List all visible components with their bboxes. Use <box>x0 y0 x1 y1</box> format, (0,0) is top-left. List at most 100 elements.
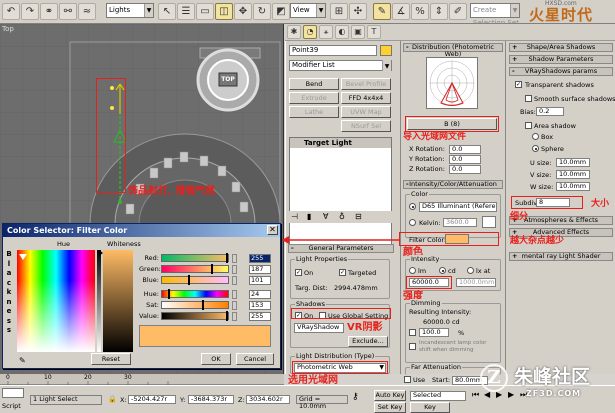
show-end-result-icon[interactable]: ▮ <box>307 212 311 221</box>
red-field[interactable]: 255 <box>249 254 271 263</box>
object-color-swatch[interactable] <box>380 45 392 56</box>
u-size-field[interactable]: 10.0mm <box>556 158 590 167</box>
link-icon[interactable]: ⚭ <box>40 3 58 20</box>
box-radio[interactable] <box>532 133 539 140</box>
key-filters-button[interactable]: Key Filters... <box>410 402 450 413</box>
lock-selection-icon[interactable]: 🔒 <box>108 395 117 403</box>
transparent-checkbox[interactable]: ✓ <box>515 81 522 88</box>
make-unique-icon[interactable]: ∀ <box>323 212 328 221</box>
shape-area-rollout[interactable]: + Shape/Area Shadows <box>509 43 613 52</box>
modify-tab-icon[interactable]: ◔ <box>303 25 317 39</box>
mental-ray-rollout[interactable]: + mental ray Light Shader <box>509 252 613 261</box>
red-spinner[interactable] <box>232 254 237 263</box>
blue-field[interactable]: 101 <box>249 276 271 285</box>
blue-spinner[interactable] <box>232 276 237 285</box>
bend-button[interactable]: Bend <box>289 78 339 90</box>
kelvin-radio[interactable] <box>409 219 416 226</box>
hue-spinner[interactable] <box>232 290 237 299</box>
z-coord-field[interactable]: 3034.602r <box>246 395 290 404</box>
redo-icon[interactable]: ↷ <box>21 3 39 20</box>
light-on-checkbox[interactable]: ✓ <box>295 269 302 276</box>
extrude-button[interactable]: Extrude <box>289 92 339 104</box>
unlink-icon[interactable]: ⚯ <box>59 3 77 20</box>
x-rotation-field[interactable]: 0.0 <box>449 145 481 154</box>
shadow-params-rollout[interactable]: + Shadow Parameters <box>509 55 613 64</box>
motion-tab-icon[interactable]: ◐ <box>335 25 349 39</box>
sat-spinner[interactable] <box>232 301 237 310</box>
lathe-button[interactable]: Lathe <box>289 106 339 118</box>
whiteness-bar[interactable] <box>97 250 101 352</box>
hue-field[interactable]: 24 <box>249 290 271 299</box>
timeline[interactable]: 0 10 20 30 <box>0 374 284 385</box>
edit-named-sel-icon[interactable]: ✐ <box>449 3 467 20</box>
undo-icon[interactable]: ↶ <box>2 3 20 20</box>
shadow-type-dropdown[interactable]: VRayShadow <box>294 323 344 333</box>
y-rotation-field[interactable]: 0.0 <box>449 155 481 164</box>
value-marker-icon[interactable] <box>99 250 103 256</box>
value-slider[interactable] <box>161 311 229 321</box>
reference-coord-dropdown[interactable]: View ▼ <box>290 3 326 18</box>
v-size-field[interactable]: 10.0mm <box>556 170 590 179</box>
auto-key-button[interactable]: Auto Key <box>374 390 406 401</box>
vray-shadow-rollout[interactable]: - VRayShadows params <box>509 67 613 76</box>
illuminant-radio[interactable] <box>409 203 416 210</box>
pivot-icon[interactable]: ⊞ <box>330 3 348 20</box>
region-select-icon[interactable]: ▭ <box>196 3 214 20</box>
area-shadow-checkbox[interactable] <box>525 122 532 129</box>
configure-sets-icon[interactable]: ⊟ <box>355 212 362 221</box>
incandescent-checkbox[interactable] <box>409 343 416 350</box>
remove-modifier-icon[interactable]: ♁ <box>339 212 345 221</box>
select-by-name-icon[interactable]: ☰ <box>177 3 195 20</box>
scale-icon[interactable]: ◩ <box>272 3 290 20</box>
key-mode-dropdown[interactable]: Selected <box>410 391 466 401</box>
value-field[interactable]: 255 <box>249 312 271 321</box>
stack-item-target-light[interactable]: Target Light <box>290 138 391 148</box>
sat-slider[interactable] <box>161 300 229 310</box>
kelvin-field[interactable]: 3600.0 <box>443 218 477 227</box>
move-icon[interactable]: ✥ <box>234 3 252 20</box>
intensity-rollout[interactable]: - Intensity/Color/Attenuation <box>403 180 503 189</box>
snap-icon[interactable]: ✎ <box>373 3 391 20</box>
x-coord-field[interactable]: -5204.427r <box>128 395 176 404</box>
pin-stack-icon[interactable]: ⊣ <box>291 212 298 221</box>
y-coord-field[interactable]: -3684.373r <box>188 395 234 404</box>
green-spinner[interactable] <box>232 265 237 274</box>
dimming-percent-field[interactable]: 100.0 <box>419 328 449 337</box>
reset-button[interactable]: Reset <box>91 353 131 365</box>
hierarchy-tab-icon[interactable]: ⚹ <box>319 25 333 39</box>
value-spinner[interactable] <box>232 312 237 321</box>
kelvin-swatch[interactable] <box>482 216 496 228</box>
rotate-icon[interactable]: ↻ <box>253 3 271 20</box>
blue-slider[interactable] <box>161 275 229 285</box>
illuminant-dropdown[interactable]: D65 Illuminant (Refere <box>419 202 497 212</box>
percent-snap-icon[interactable]: % <box>411 3 429 20</box>
create-tab-icon[interactable]: ✱ <box>287 25 301 39</box>
spinner-snap-icon[interactable]: ⇕ <box>430 3 448 20</box>
selection-filter-dropdown[interactable]: Lights ▼ <box>106 3 154 18</box>
lm-radio[interactable] <box>409 267 416 274</box>
set-key-button[interactable]: Set Key <box>374 402 406 413</box>
bias-field[interactable]: 0.2 <box>536 107 564 116</box>
cancel-button[interactable]: Cancel <box>236 353 274 365</box>
select-icon[interactable]: ↖ <box>158 3 176 20</box>
bevel-profile-button[interactable]: Bevel Profile <box>341 78 391 90</box>
hue-marker-icon[interactable] <box>19 254 27 260</box>
display-tab-icon[interactable]: ▣ <box>351 25 365 39</box>
exclude-button[interactable]: Exclude... <box>348 336 388 347</box>
object-name-field[interactable]: Point39 <box>289 45 377 56</box>
value-gradient[interactable] <box>103 250 133 352</box>
uvw-map-button[interactable]: UVW Map <box>341 106 391 118</box>
dimming-checkbox[interactable] <box>409 329 416 336</box>
green-slider[interactable] <box>161 264 229 274</box>
far-use-checkbox[interactable] <box>404 376 411 383</box>
lx-distance-field[interactable]: 1000.0mm <box>456 278 496 287</box>
sphere-radio[interactable] <box>532 145 539 152</box>
key-icon[interactable]: ⚷ <box>352 392 359 402</box>
modifier-stack[interactable]: Target Light <box>289 137 392 245</box>
targeted-checkbox[interactable]: ✓ <box>339 269 346 276</box>
cd-radio[interactable] <box>439 267 446 274</box>
bind-icon[interactable]: ≈ <box>78 3 96 20</box>
close-icon[interactable]: ✕ <box>267 225 278 235</box>
red-slider[interactable] <box>161 253 229 263</box>
hue-slider[interactable] <box>161 289 229 299</box>
